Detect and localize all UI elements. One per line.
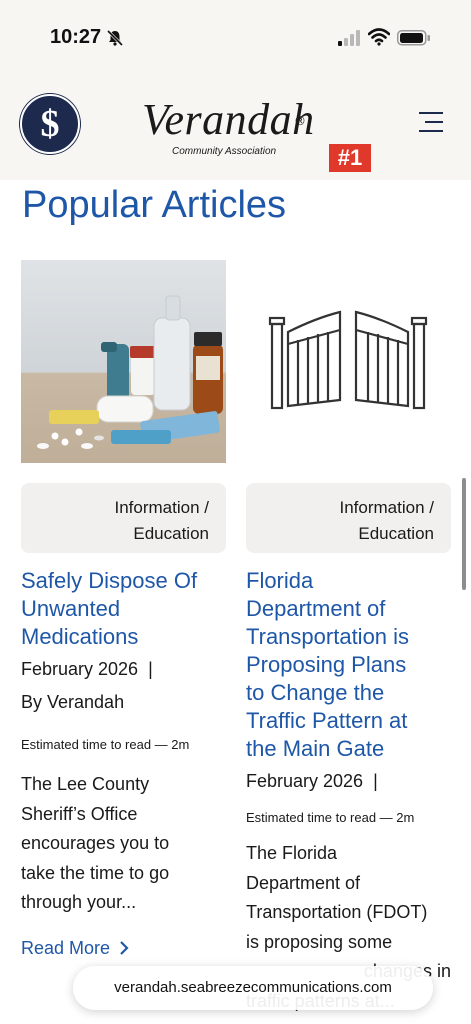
hamburger-menu-icon[interactable] (417, 110, 443, 134)
date-text: February 2026 (21, 659, 139, 679)
date-separator: | (373, 771, 378, 791)
status-bar: 10:27 (0, 0, 471, 80)
title-line: to Change the (246, 680, 385, 705)
brand-name: Verandah (142, 95, 315, 144)
title-line: Safely Dispose Of (21, 568, 198, 593)
date-text: February 2026 (246, 771, 364, 791)
gate-icon (268, 310, 428, 410)
article-title-link[interactable]: Florida Department of Transportation is … (246, 567, 451, 763)
title-line: the Main Gate (246, 736, 385, 761)
title-line: Florida (246, 568, 314, 593)
read-more-label: Read More (21, 937, 111, 958)
article-date: February 2026 | (21, 659, 226, 680)
medications-illustration (37, 295, 223, 449)
title-line: Medications (21, 624, 139, 649)
battery-icon (397, 30, 430, 46)
title-line: Unwanted (21, 596, 121, 621)
category-line-2: Education (133, 524, 209, 543)
bell-off-icon (106, 29, 124, 47)
brand-registered-mark: ® (294, 114, 306, 128)
excerpt-line: Transportation (FDOT) (246, 902, 428, 922)
excerpt-line: through your... (21, 892, 137, 912)
excerpt-line: Sheriff’s Office (21, 803, 138, 824)
article-card: Information / Education Safely Dispose O… (21, 260, 226, 959)
excerpt-line: The Lee County (21, 774, 150, 794)
article-card: Information / Education Florida Departme… (246, 260, 451, 1016)
browser-url-bar[interactable]: verandah.seabreezecommunications.com (73, 966, 433, 1010)
title-line: Proposing Plans (246, 652, 407, 677)
brand-subtitle: Community Association (172, 146, 277, 157)
cellular-signal-icon (338, 30, 360, 46)
article-date: February 2026 | (246, 771, 451, 792)
read-more-link[interactable]: Read More (21, 938, 226, 959)
rank-badge: #1 (329, 144, 371, 172)
article-author: By Verandah (21, 692, 125, 712)
wifi-icon (368, 28, 390, 46)
section-title: Popular Articles (22, 184, 287, 226)
read-time: Estimated time to read — 2m (21, 737, 190, 752)
date-separator: | (148, 659, 153, 679)
excerpt-line: take the time to go (21, 862, 170, 883)
status-time: 10:27 (50, 26, 102, 48)
category-line-1: Information / (114, 498, 210, 517)
title-line: Transportation is (246, 624, 410, 649)
category-tag[interactable]: Information / Education (246, 483, 451, 553)
excerpt-line: The Florida (246, 843, 338, 863)
title-line: Department of (246, 596, 386, 621)
excerpt-line: is proposing some (246, 931, 393, 952)
verandah-logo[interactable]: Verandah ® Community Association (140, 90, 314, 160)
medications-photo[interactable] (21, 260, 226, 463)
site-header: $ Verandah ® Community Association #1 (0, 80, 471, 180)
category-line-2: Education (358, 524, 434, 543)
category-line-1: Information / (339, 498, 435, 517)
seabreeze-logo[interactable]: $ (20, 94, 80, 154)
gate-image[interactable] (246, 260, 451, 463)
category-tag[interactable]: Information / Education (21, 483, 226, 553)
article-title-link[interactable]: Safely Dispose Of Unwanted Medications (21, 567, 226, 651)
logo-symbol: $ (40, 103, 60, 145)
excerpt-line: encourages you to (21, 833, 170, 853)
chevron-right-icon (120, 940, 129, 955)
article-excerpt: The Lee County Sheriff’s Office encourag… (21, 770, 226, 918)
read-time: Estimated time to read — 2m (246, 810, 415, 825)
excerpt-line: Department of (246, 872, 361, 893)
title-line: Traffic Pattern at (246, 708, 408, 733)
page-scrollbar[interactable] (462, 478, 466, 590)
